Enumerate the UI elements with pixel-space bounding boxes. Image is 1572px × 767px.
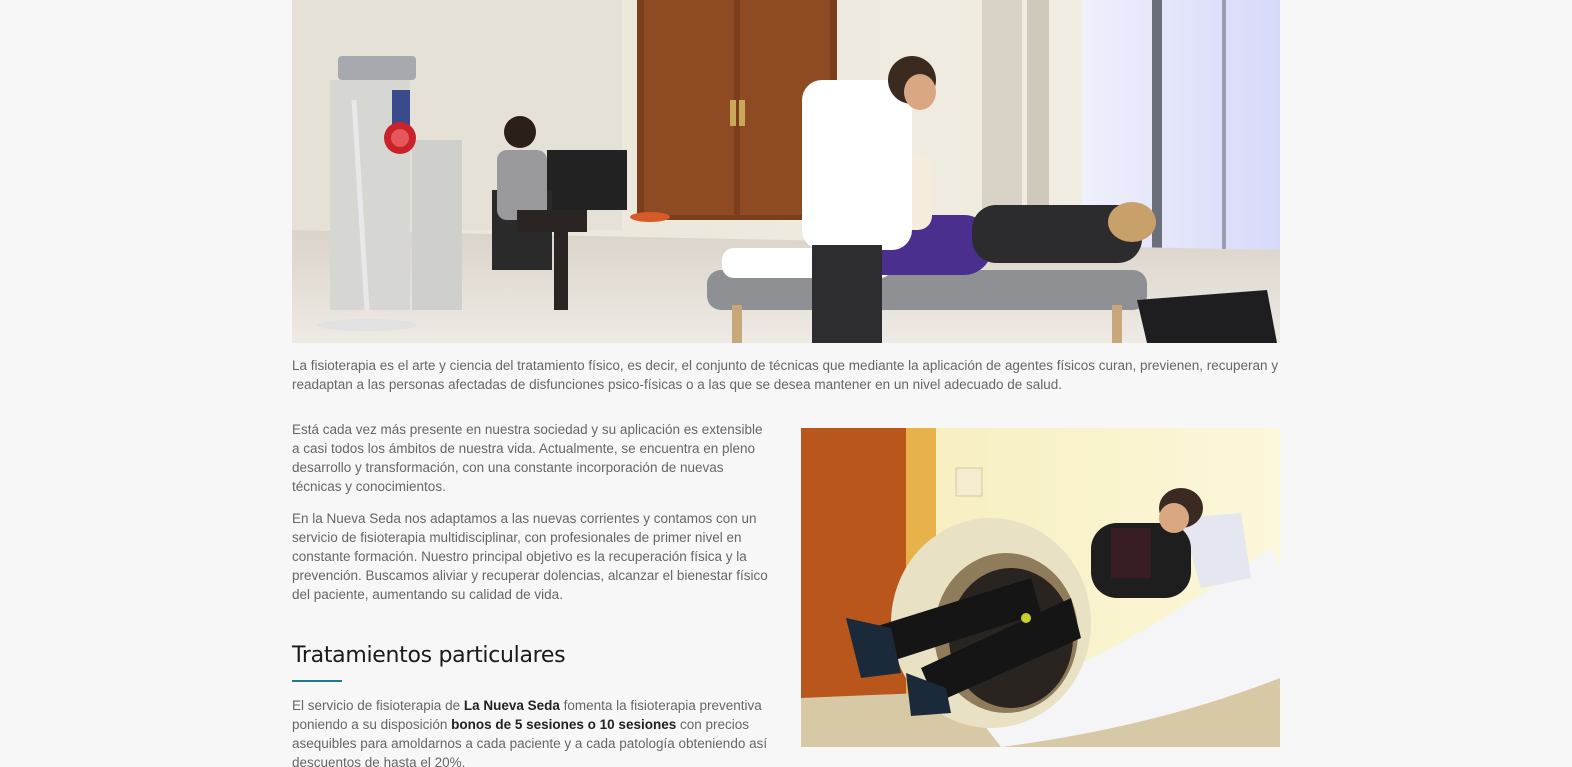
hero-photo (292, 0, 1280, 343)
brand-name: La Nueva Seda (463, 698, 560, 713)
page: La fisioterapia es el arte y ciencia del… (0, 0, 1572, 767)
intro-paragraph: La fisioterapia es el arte y ciencia del… (292, 358, 1279, 392)
physiotherapy-session-illustration (292, 0, 1280, 343)
body-paragraph-1: Está cada vez más presente en nuestra so… (292, 422, 763, 494)
content-column: Está cada vez más presente en nuestra so… (292, 420, 770, 767)
section-title-treatments: Tratamientos particulares (292, 643, 566, 668)
title-underline (292, 680, 342, 682)
session-bonus-highlight: bonos de 5 sesiones o 10 sesiones (451, 717, 677, 732)
side-photo (801, 428, 1280, 747)
magnetotherapy-illustration (801, 428, 1280, 747)
treatments-text-1: El servicio de fisioterapia de (292, 698, 464, 713)
treatments-paragraph: El servicio de fisioterapia de La Nueva … (292, 696, 770, 767)
body-paragraph-2: En la Nueva Seda nos adaptamos a las nue… (292, 511, 768, 602)
